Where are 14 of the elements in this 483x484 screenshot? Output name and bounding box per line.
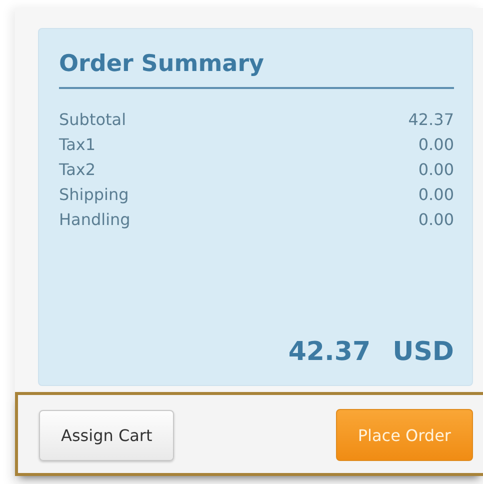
line-label: Tax2 [59,159,96,181]
total-amount: 42.37 [288,337,371,367]
line-label: Shipping [59,184,129,206]
line-label: Tax1 [59,134,96,156]
line-amount: 42.37 [408,109,454,131]
line-amount: 0.00 [418,134,454,156]
assign-cart-button[interactable]: Assign Cart [39,410,174,461]
line-amount: 0.00 [418,209,454,231]
line-amount: 0.00 [418,184,454,206]
summary-title: Order Summary [59,51,454,89]
line-label: Handling [59,209,130,231]
total-currency: USD [392,337,454,367]
line-amount: 0.00 [418,159,454,181]
line-label: Subtotal [59,109,126,131]
